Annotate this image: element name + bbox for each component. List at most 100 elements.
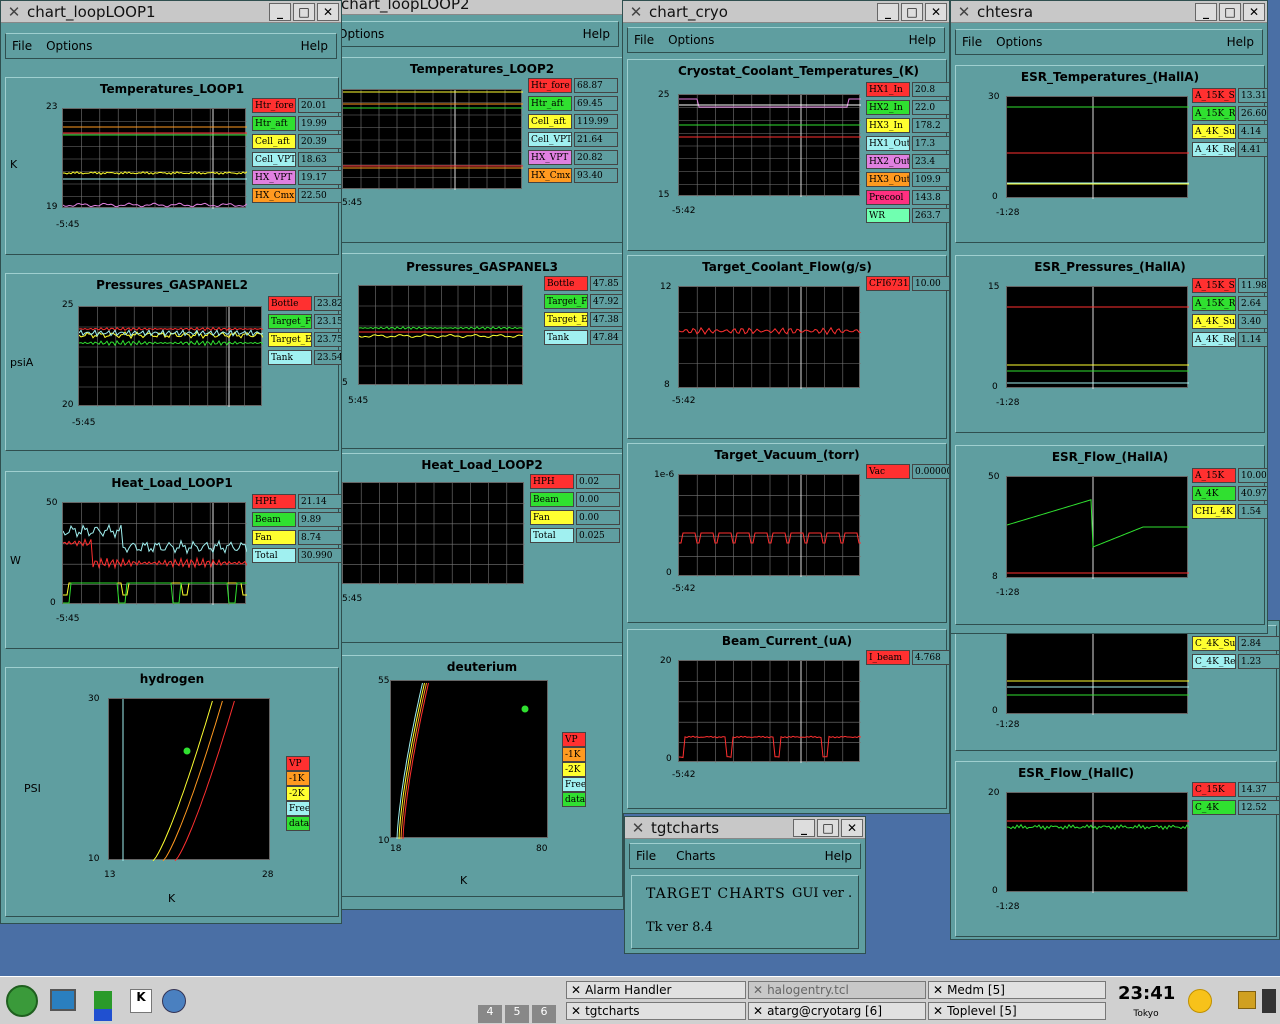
legend-value: 47.38 bbox=[590, 312, 623, 327]
legend-item: A_15K_R bbox=[1192, 296, 1236, 311]
start-menu-icon[interactable] bbox=[6, 985, 38, 1017]
legend-value: 23.4 bbox=[912, 154, 949, 169]
menu-file[interactable]: File bbox=[636, 849, 656, 863]
y-max-label: 25 bbox=[62, 300, 74, 310]
menu-file[interactable]: File bbox=[962, 35, 982, 49]
minimize-button[interactable]: _ bbox=[877, 2, 899, 21]
logout-icon[interactable] bbox=[1262, 989, 1276, 1013]
window-chtesrc[interactable]: 0 -1:28 C_4K_Sup2.84C_4K_Re1.23 ESR_Flow… bbox=[950, 620, 1280, 940]
x-min-label: -5:45 bbox=[56, 614, 80, 624]
y-min-label: 5 bbox=[342, 378, 348, 388]
panel-beam-current: Beam_Current_(uA) 20 0 -5:42 I_beam 4.768 bbox=[627, 629, 949, 809]
plot-area bbox=[108, 698, 270, 862]
legend-value: 1.14 bbox=[1238, 332, 1267, 347]
x-logo-icon: ✕ bbox=[629, 2, 643, 21]
clock[interactable]: 23:41 bbox=[1118, 983, 1175, 1004]
task-atarg-cryotarg[interactable]: ✕ atarg@cryotarg [6] bbox=[748, 1002, 926, 1020]
lock-icon[interactable] bbox=[1238, 991, 1256, 1009]
menu-file[interactable]: File bbox=[634, 33, 654, 47]
task-toplevel[interactable]: ✕ Toplevel [5] bbox=[928, 1002, 1106, 1020]
legend-item: HPH bbox=[530, 474, 574, 489]
menu-options[interactable]: Options bbox=[996, 35, 1042, 49]
titlebar[interactable]: ✕ chtesra _ □ ✕ bbox=[951, 1, 1267, 23]
y-axis-label: K bbox=[10, 158, 18, 171]
x-min-label: -1:28 bbox=[996, 902, 1020, 912]
minimize-button[interactable]: _ bbox=[793, 818, 815, 837]
menu-help[interactable]: Help bbox=[825, 849, 852, 863]
legend-item: HX2_In bbox=[866, 100, 910, 115]
legend-value: 4.14 bbox=[1238, 124, 1267, 139]
legend-item: Fan bbox=[530, 510, 574, 525]
menu-help[interactable]: Help bbox=[909, 33, 936, 47]
y-max-label: 15 bbox=[988, 282, 1000, 292]
pager-desk-6[interactable]: 6 bbox=[532, 1005, 556, 1023]
x-min-label: -5:42 bbox=[672, 584, 696, 594]
maximize-button[interactable]: □ bbox=[901, 2, 923, 21]
task-label: tgtcharts bbox=[585, 1004, 640, 1018]
y-min-label: 0 bbox=[992, 706, 998, 716]
monitor-icon[interactable] bbox=[50, 989, 76, 1011]
titlebar[interactable]: ✕ chart_loopLOOP1 _ □ ✕ bbox=[1, 1, 341, 23]
panel-title: ESR_Flow_(HallA) bbox=[1051, 450, 1169, 464]
plot-area bbox=[1006, 628, 1189, 715]
maximize-button[interactable]: □ bbox=[1219, 2, 1241, 21]
menu-help[interactable]: Help bbox=[583, 27, 610, 41]
pager-desk-5[interactable]: 5 bbox=[505, 1005, 529, 1023]
titlebar[interactable]: chart_loopLOOP2 bbox=[327, 0, 623, 15]
task-alarm-handler[interactable]: ✕ Alarm Handler bbox=[566, 981, 746, 999]
y-axis-label: psiA bbox=[10, 356, 34, 369]
task-medm[interactable]: ✕ Medm [5] bbox=[928, 981, 1106, 999]
system-monitor-icon[interactable] bbox=[94, 991, 112, 1021]
y-min-label: 15 bbox=[658, 190, 670, 200]
close-button[interactable]: ✕ bbox=[841, 818, 863, 837]
titlebar[interactable]: ✕ tgtcharts _ □ ✕ bbox=[625, 817, 865, 839]
legend-item: Cell_aft bbox=[252, 134, 296, 149]
panel-heat-load-loop2: Heat_Load_LOOP2 5:45 HPH 0.02 Beam 0.00 Fan 0… bbox=[341, 453, 623, 643]
close-button[interactable]: ✕ bbox=[925, 2, 947, 21]
plot-area bbox=[678, 286, 862, 389]
y-min-label: 0 bbox=[50, 598, 56, 608]
legend-item: Htr_aft bbox=[252, 116, 296, 131]
menu-help[interactable]: Help bbox=[301, 39, 328, 53]
task-halogentry[interactable]: ✕ halogentry.tcl bbox=[748, 981, 926, 999]
pager: 4 5 6 bbox=[478, 981, 558, 1023]
kate-editor-icon[interactable]: K bbox=[130, 989, 152, 1013]
legend-item: HX2_Out bbox=[866, 154, 910, 169]
globe-icon[interactable] bbox=[162, 989, 186, 1013]
legend-item: HX3_Out bbox=[866, 172, 910, 187]
legend-item: Target_Ex bbox=[544, 312, 588, 327]
legend-value: 0.025 bbox=[576, 528, 620, 543]
menu-file[interactable]: File bbox=[12, 39, 32, 53]
window-tgtcharts[interactable]: ✕ tgtcharts _ □ ✕ File Charts Help TARGE… bbox=[624, 816, 866, 954]
legend-value: 47.92 bbox=[590, 294, 623, 309]
menu-help[interactable]: Help bbox=[1227, 35, 1254, 49]
legend-value: 8.74 bbox=[298, 530, 341, 545]
weather-sun-icon[interactable] bbox=[1188, 989, 1212, 1013]
window-loop2[interactable]: chart_loopLOOP2 Options Help Temperature… bbox=[326, 0, 624, 910]
maximize-button[interactable]: □ bbox=[293, 2, 315, 21]
window-title: chart_loopLOOP2 bbox=[341, 0, 470, 13]
pager-desk-4[interactable]: 4 bbox=[478, 1005, 502, 1023]
panel-cryostat-coolant: Cryostat_Coolant_Temperatures_(K) 25 15 … bbox=[627, 59, 949, 251]
menu-options[interactable]: Options bbox=[46, 39, 92, 53]
close-button[interactable]: ✕ bbox=[317, 2, 339, 21]
maximize-button[interactable]: □ bbox=[817, 818, 839, 837]
legend-value: 20.8 bbox=[912, 82, 949, 97]
window-loop1[interactable]: ✕ chart_loopLOOP1 _ □ ✕ File Options Hel… bbox=[0, 0, 342, 924]
close-button[interactable]: ✕ bbox=[1243, 2, 1265, 21]
window-chtesra[interactable]: ✕ chtesra _ □ ✕ File Options Help ESR_Te… bbox=[950, 0, 1268, 634]
panel-title: Temperatures_LOOP2 bbox=[409, 62, 555, 76]
menu-charts[interactable]: Charts bbox=[676, 849, 715, 863]
task-tgtcharts[interactable]: ✕ tgtcharts bbox=[566, 1002, 746, 1020]
titlebar[interactable]: ✕ chart_cryo _ □ ✕ bbox=[623, 1, 949, 23]
legend-item: CFI6731A bbox=[866, 276, 910, 291]
series-line bbox=[358, 333, 524, 339]
window-cryo[interactable]: ✕ chart_cryo _ □ ✕ File Options Help Cry… bbox=[622, 0, 950, 814]
menu-options[interactable]: Options bbox=[668, 33, 714, 47]
menu-options[interactable]: Options bbox=[338, 27, 384, 41]
minimize-button[interactable]: _ bbox=[1195, 2, 1217, 21]
legend-value: 20.01 bbox=[298, 98, 341, 113]
minimize-button[interactable]: _ bbox=[269, 2, 291, 21]
y-max-label: 20 bbox=[988, 788, 1000, 798]
legend-item: Target_Fi bbox=[268, 314, 312, 329]
